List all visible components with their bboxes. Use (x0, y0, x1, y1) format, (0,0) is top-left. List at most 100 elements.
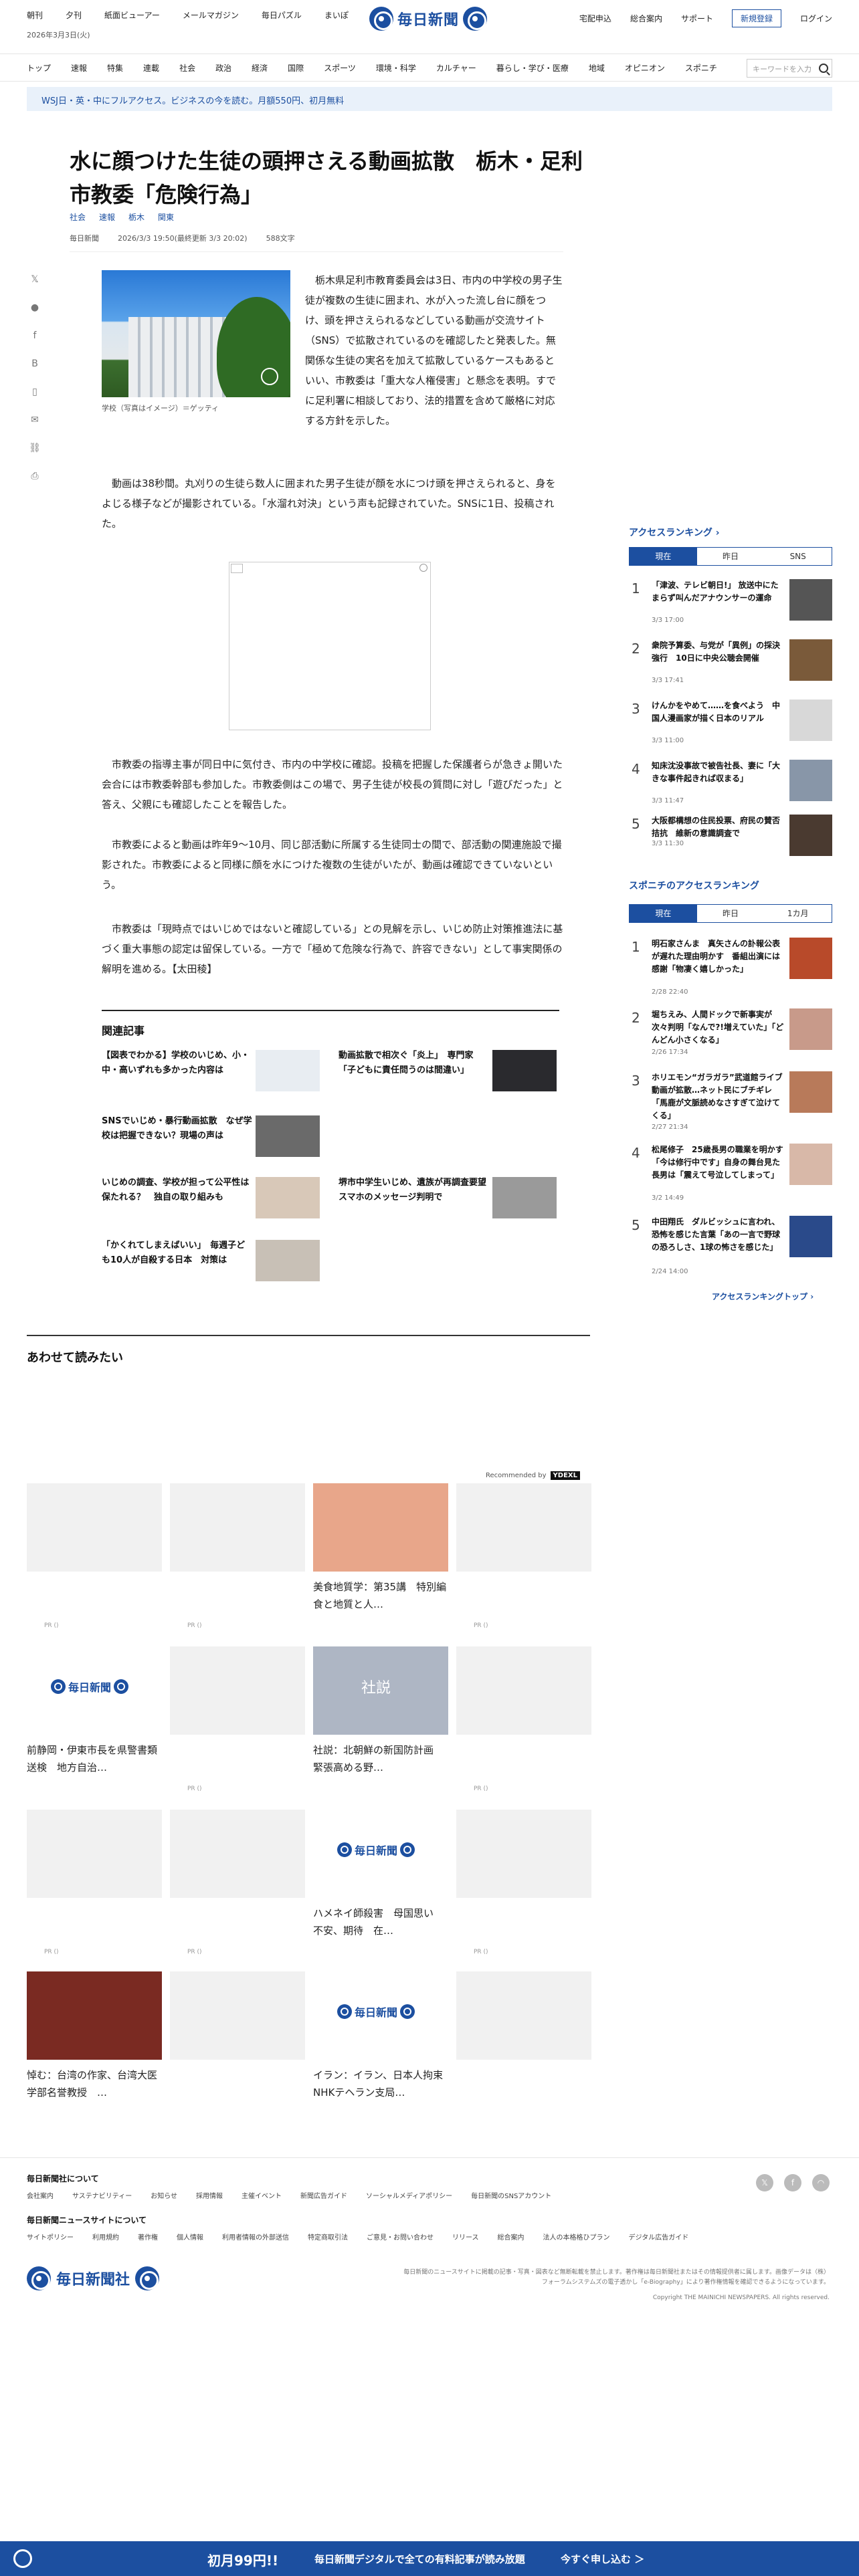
ranking-item[interactable]: 2 衆院予算委、与党が「異例」の採決強行 10日に中央公聴会開催 3/3 17:… (629, 637, 832, 697)
zoom-icon[interactable] (261, 368, 278, 385)
tab-month[interactable]: 1カ月 (764, 905, 832, 922)
ad-slot[interactable] (229, 562, 431, 730)
nav-item-sponichi[interactable]: スポニチ (685, 62, 717, 74)
sponichi-ranking-item[interactable]: 1 明石家さんま 真矢さんの訃報公表が遅れた理由明かす 番組出演には感謝「物凄く… (629, 935, 832, 1007)
nav-item-series[interactable]: 連載 (143, 62, 159, 74)
footer-link[interactable]: 毎日新聞のSNSアカウント (471, 2190, 551, 2200)
link-delivery[interactable]: 宅配申込 (579, 13, 611, 24)
link-puzzle[interactable]: 毎日パズル (262, 9, 302, 21)
related-item[interactable]: SNSでいじめ・暴行動画拡散 なぜ学校は把握できない？現場の声は (102, 1114, 322, 1162)
footer-link[interactable]: 会社案内 (27, 2190, 54, 2200)
link-viewer[interactable]: 紙面ビューアー (104, 9, 160, 21)
x-icon[interactable]: 𝕏 (756, 2174, 773, 2191)
nav-item-feature[interactable]: 特集 (107, 62, 123, 74)
subscribe-cta-bar[interactable]: 初月99円!! 毎日新聞デジタルで全ての有料記事が読み放題 今すぐ申し込む ＞ (0, 2541, 859, 2576)
nav-item-economy[interactable]: 経済 (252, 62, 268, 74)
recommended-by[interactable]: Recommended by YDEXL (486, 1471, 581, 1480)
ranking-title[interactable]: アクセスランキング › (629, 526, 720, 539)
nav-item-breaking[interactable]: 速報 (71, 62, 87, 74)
nav-item-politics[interactable]: 政治 (215, 62, 231, 74)
footer-link[interactable]: デジタル広告ガイド (629, 2232, 689, 2242)
tab-now[interactable]: 現在 (630, 548, 697, 565)
link-morning-edition[interactable]: 朝刊 (27, 9, 43, 21)
article-photo[interactable] (102, 270, 290, 397)
recommend-card[interactable]: 美食地質学：第35講 特別編 食と地質と人… (313, 1483, 456, 1613)
promo-banner[interactable]: WSJ日・英・中にフルアクセス。ビジネスの今を読む。月額550円、初月無料 (27, 87, 832, 111)
recommend-card[interactable]: 社説 社説：北朝鮮の新国防計画 緊張高める野… (313, 1646, 448, 1776)
recommend-card[interactable]: 毎日新聞 イラン：イラン、日本人拘束 NHKテヘラン支局… (313, 1971, 453, 2101)
ranking-item[interactable]: 4 知床沈没事故で被告社長、妻に「大きな事件起きれば収まる」 3/3 11:47 (629, 757, 832, 817)
related-item[interactable]: いじめの調査、学校が担って公平性は保たれる？ 独自の取り組みも (102, 1176, 322, 1224)
link-guide[interactable]: 総合案内 (630, 13, 662, 24)
footer-link[interactable]: 新聞広告ガイド (300, 2190, 347, 2200)
sponichi-ranking-item[interactable]: 5 中田翔氏 ダルビッシュに言われ、恐怖を感じた言葉「あの一言で野球の恐ろしさ、… (629, 1213, 832, 1283)
ranking-item[interactable]: 5 大阪都構想の住民投票、府民の賛否拮抗 維新の意識調査で 3/3 11:30 (629, 812, 832, 872)
footer-link[interactable]: 採用情報 (196, 2190, 223, 2200)
nav-item-science[interactable]: 環境・科学 (376, 62, 416, 74)
footer-link[interactable]: 利用規約 (92, 2232, 119, 2242)
footer-link[interactable]: 利用者情報の外部送信 (222, 2232, 289, 2242)
search-icon[interactable] (819, 64, 828, 73)
link-support[interactable]: サポート (681, 13, 713, 24)
nav-item-society[interactable]: 社会 (179, 62, 195, 74)
adchoices-icon[interactable] (419, 564, 427, 572)
sponichi-ranking-title[interactable]: スポニチのアクセスランキング (629, 879, 759, 892)
footer-link[interactable]: 主催イベント (242, 2190, 282, 2200)
related-item[interactable]: 「かくれてしまえばいい」 毎週子ども10人が自殺する日本 対策は (102, 1239, 322, 1287)
link-newsletter[interactable]: メールマガジン (183, 9, 239, 21)
nav-item-culture[interactable]: カルチャー (436, 62, 476, 74)
footer-link[interactable]: サステナビリティー (72, 2190, 132, 2200)
bookmark-icon[interactable]: ▯ (28, 387, 41, 400)
nav-item-opinion[interactable]: オピニオン (625, 62, 665, 74)
print-icon[interactable]: ⎙ (28, 471, 41, 484)
tag-tochigi[interactable]: 栃木 (128, 211, 145, 223)
register-button[interactable]: 新規登録 (731, 9, 781, 27)
login-link[interactable]: ログイン (800, 13, 832, 24)
hatena-share-icon[interactable]: B (28, 358, 41, 372)
recommend-card[interactable]: 毎日新聞 前静岡・伊東市長を県警書類送検 地方自治… (27, 1646, 162, 1776)
related-item[interactable]: 動画拡散で相次ぐ「炎上」 専門家「子どもに責任問うのは間違い」 (339, 1049, 559, 1097)
footer-link[interactable]: 法人の本格格ひプラン (543, 2232, 610, 2242)
footer-link[interactable]: ご意見・お問い合わせ (367, 2232, 434, 2242)
tag-kanto[interactable]: 関東 (158, 211, 174, 223)
tab-sns[interactable]: SNS (764, 548, 832, 565)
nav-item-world[interactable]: 国際 (288, 62, 304, 74)
recommend-card[interactable]: 毎日新聞 ハメネイ師殺害 母国思い 不安、期待 在… (313, 1810, 448, 1939)
tab-yesterday[interactable]: 昨日 (697, 905, 765, 922)
tab-now[interactable]: 現在 (630, 905, 697, 922)
facebook-share-icon[interactable]: f (28, 330, 41, 344)
footer-link[interactable]: 個人情報 (177, 2232, 203, 2242)
tag-society[interactable]: 社会 (70, 211, 86, 223)
recommend-card[interactable]: 悼む：台湾の作家、台湾大医学部名誉教授 … (27, 1971, 162, 2101)
ranking-item[interactable]: 3 けんかをやめて……を食べよう 中国人漫画家が描く日本のリアル 3/3 11:… (629, 697, 832, 757)
related-item[interactable]: 堺市中学生いじめ、遺族が再調査要望 スマホのメッセージ判明で (339, 1176, 559, 1224)
nav-item-sports[interactable]: スポーツ (324, 62, 356, 74)
sponichi-ranking-item[interactable]: 2 堀ちえみ、人間ドックで新事実が次々判明「なんで?!増えていた」「どんどん小さ… (629, 1006, 832, 1073)
link-maipo[interactable]: まいぽ (324, 9, 349, 21)
rss-icon[interactable]: ◠ (812, 2174, 830, 2191)
link-copy-icon[interactable]: ⛓ (28, 443, 41, 456)
sponichi-ranking-item[interactable]: 4 松尾修子 25歳長男の職業を明かす「今は修行中です」自身の舞台見た長男は「震… (629, 1141, 832, 1210)
footer-link[interactable]: 特定商取引法 (308, 2232, 348, 2242)
mail-icon[interactable]: ✉ (28, 415, 41, 428)
comment-icon[interactable]: ● (28, 302, 41, 316)
nav-item-life[interactable]: 暮らし・学び・医療 (496, 62, 569, 74)
ranking-more-link[interactable]: アクセスランキングトップ › (712, 1291, 814, 1302)
tag-breaking[interactable]: 速報 (99, 211, 115, 223)
sponichi-ranking-item[interactable]: 3 ホリエモン“ガラガラ”武道館ライブ動画が拡散…ネット民にブチギレ「馬鹿が文脈… (629, 1069, 832, 1141)
site-logo[interactable]: 毎日新聞 (369, 5, 491, 32)
tab-yesterday[interactable]: 昨日 (697, 548, 765, 565)
cta-subscribe-button[interactable]: 今すぐ申し込む ＞ (561, 2552, 644, 2566)
footer-link[interactable]: 著作権 (138, 2232, 158, 2242)
related-item[interactable]: 【図表でわかる】学校のいじめ、小・中・高いずれも多かった内容は (102, 1049, 322, 1097)
x-share-icon[interactable]: 𝕏 (28, 274, 41, 288)
footer-link[interactable]: 総合案内 (498, 2232, 524, 2242)
footer-link[interactable]: ソーシャルメディアポリシー (366, 2190, 452, 2200)
nav-item-region[interactable]: 地域 (589, 62, 605, 74)
link-evening-edition[interactable]: 夕刊 (66, 9, 82, 21)
footer-logo[interactable]: 毎日新聞社 (27, 2266, 160, 2290)
ranking-item[interactable]: 1 「津波、テレビ朝日!」 放送中にたまらず叫んだアナウンサーの運命 3/3 1… (629, 576, 832, 637)
footer-link[interactable]: お知らせ (151, 2190, 177, 2200)
nav-item-top[interactable]: トップ (27, 62, 51, 74)
footer-link[interactable]: サイトポリシー (27, 2232, 74, 2242)
